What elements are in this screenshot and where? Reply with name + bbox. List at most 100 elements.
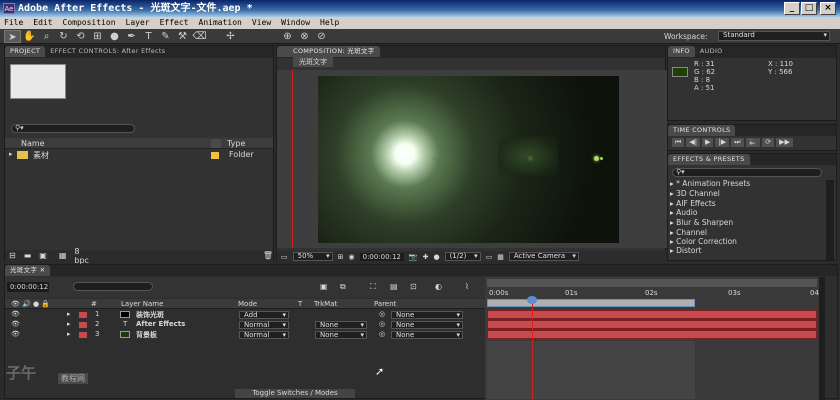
timeline-timecode[interactable]: 0:00:00:12 — [7, 282, 49, 292]
maximize-icon[interactable]: □ — [801, 2, 817, 15]
layer-duration-bar[interactable] — [487, 310, 817, 319]
layer-mode-select[interactable]: Normal — [239, 331, 289, 339]
play-icon[interactable]: ▶ — [702, 138, 714, 147]
expand-layer-icon[interactable]: ▸ — [67, 320, 71, 328]
view-axis-icon[interactable]: ⊘ — [313, 30, 330, 43]
tab-audio[interactable]: AUDIO — [695, 46, 728, 57]
project-item-folder[interactable]: ▸ 素材 Folder — [5, 150, 273, 161]
always-preview-icon[interactable]: ▭ — [281, 253, 288, 261]
timeline-layer-row[interactable]: 👁 ▸ 1 装饰光斑 Add ◎ None — [5, 310, 485, 320]
zoom-tool-icon[interactable]: ⌕ — [38, 30, 55, 43]
layer-name[interactable]: After Effects — [136, 320, 185, 328]
brush-tool-icon[interactable]: ✎ — [157, 30, 174, 43]
composition-render-view[interactable] — [318, 76, 619, 243]
color-channel-icon[interactable]: ● — [433, 253, 439, 261]
prev-frame-icon[interactable]: ◀| — [686, 138, 701, 147]
column-parent[interactable]: Parent — [374, 299, 396, 309]
visibility-eye-icon[interactable]: 👁 — [11, 320, 20, 328]
menu-composition[interactable]: Composition — [63, 17, 116, 29]
tab-effects-presets[interactable]: EFFECTS & PRESETS — [668, 154, 750, 165]
new-folder-icon[interactable]: ▬ — [24, 251, 32, 260]
effects-item[interactable]: ▸ Audio — [670, 208, 697, 218]
layer-trkmat-select[interactable]: None — [315, 331, 367, 339]
parent-pickwhip-icon[interactable]: ◎ — [379, 310, 385, 318]
ram-preview-icon[interactable]: ▶▶ — [776, 138, 793, 147]
tab-project[interactable]: PROJECT — [5, 46, 46, 57]
layer-duration-bar[interactable] — [487, 330, 817, 339]
layer-parent-select[interactable]: None — [391, 311, 463, 319]
layer-mode-select[interactable]: Add — [239, 311, 289, 319]
expand-layer-icon[interactable]: ▸ — [67, 310, 71, 318]
layer-name[interactable]: 背景板 — [136, 330, 157, 340]
show-channel-icon[interactable]: ✚ — [423, 253, 429, 261]
clone-stamp-icon[interactable]: ⚒ — [174, 30, 191, 43]
interpret-footage-icon[interactable]: ⊟ — [9, 251, 16, 260]
label-color-swatch[interactable] — [211, 152, 219, 159]
menu-help[interactable]: Help — [320, 17, 339, 29]
effects-search-input[interactable]: ⚲▾ — [672, 168, 822, 177]
expand-layer-icon[interactable]: ▸ — [67, 330, 71, 338]
new-composition-icon[interactable]: ▣ — [39, 251, 47, 260]
layer-label-color[interactable] — [79, 332, 87, 338]
effects-item[interactable]: ▸ 3D Channel — [670, 189, 720, 199]
column-type[interactable]: Type — [227, 139, 245, 148]
column-mode[interactable]: Mode — [238, 299, 257, 309]
visibility-eye-icon[interactable]: 👁 — [11, 330, 20, 338]
camera-select[interactable]: Active Camera — [508, 252, 579, 261]
layer-label-color[interactable] — [79, 312, 87, 318]
safe-zones-icon[interactable]: ⊞ — [338, 253, 344, 261]
column-name[interactable]: Name — [21, 139, 45, 148]
menu-view[interactable]: View — [252, 17, 271, 29]
layer-trkmat-select[interactable]: None — [315, 321, 367, 329]
graph-editor-icon[interactable]: ⌇ — [465, 282, 469, 291]
layer-name[interactable]: 装饰光斑 — [136, 310, 164, 320]
project-search-input[interactable]: ⚲▾ — [11, 124, 135, 133]
snapshot-icon[interactable]: ◉ — [349, 253, 355, 261]
expand-arrow-icon[interactable]: ▸ — [9, 150, 13, 158]
composition-subtab[interactable]: 光斑文字 — [293, 57, 333, 67]
visibility-eye-icon[interactable]: 👁 — [11, 310, 20, 318]
transparency-grid-icon[interactable]: ▦ — [497, 253, 504, 261]
layer-label-color[interactable] — [79, 322, 87, 328]
av-features-icon[interactable]: 👁 🔊 ● 🔒 — [11, 299, 50, 309]
layer-parent-select[interactable]: None — [391, 321, 463, 329]
layer-duration-bar[interactable] — [487, 320, 817, 329]
audio-icon[interactable]: 🔈 — [745, 138, 761, 147]
layer-parent-select[interactable]: None — [391, 331, 463, 339]
work-area-range[interactable] — [487, 299, 695, 307]
hand-tool-icon[interactable]: ✋ — [21, 30, 38, 43]
region-of-interest-icon[interactable]: ▭ — [486, 253, 493, 261]
puppet-pin-icon[interactable]: ✢ — [222, 30, 239, 43]
toggle-switches-modes-button[interactable]: Toggle Switches / Modes — [235, 389, 355, 398]
comp-mini-flowchart-icon[interactable]: ▣ — [320, 282, 328, 291]
timeline-layer-row[interactable]: 👁 ▸ 2 T After Effects Normal None ◎ None — [5, 320, 485, 330]
selection-tool-icon[interactable]: ➤ — [4, 29, 21, 43]
motion-blur-icon[interactable]: ◐ — [435, 282, 442, 291]
menu-file[interactable]: File — [4, 17, 23, 29]
timeline-layer-row[interactable]: 👁 ▸ 3 背景板 Normal None ◎ None — [5, 330, 485, 340]
world-axis-icon[interactable]: ⊗ — [296, 30, 313, 43]
column-trkmat[interactable]: TrkMat — [314, 299, 337, 309]
live-update-icon[interactable]: ⧉ — [340, 282, 346, 292]
column-t[interactable]: T — [298, 299, 302, 309]
menu-layer[interactable]: Layer — [126, 17, 150, 29]
effects-scrollbar[interactable] — [826, 180, 834, 260]
loop-icon[interactable]: ⟳ — [762, 138, 775, 147]
effects-item[interactable]: ▸ Blur & Sharpen — [670, 218, 733, 228]
effects-item[interactable]: ▸ * Animation Presets — [670, 179, 750, 189]
snapshot-camera-icon[interactable]: 📷 — [409, 253, 418, 261]
delete-icon[interactable]: 🗑 — [263, 251, 273, 260]
tab-time-controls[interactable]: TIME CONTROLS — [668, 125, 736, 136]
tab-composition[interactable]: COMPOSITION: 光斑文字 — [277, 46, 380, 57]
resolution-select[interactable]: (1/2) — [444, 252, 481, 261]
label-column-icon[interactable] — [211, 139, 221, 148]
color-depth-icon[interactable]: ▦ — [59, 251, 67, 260]
bpc-label[interactable]: 8 bpc — [74, 247, 94, 265]
last-frame-icon[interactable]: ⏭ — [731, 138, 744, 147]
layer-mode-select[interactable]: Normal — [239, 321, 289, 329]
workspace-select[interactable]: Standard — [718, 31, 830, 41]
pen-tool-icon[interactable]: ✒ — [123, 30, 140, 43]
timeline-search-input[interactable] — [73, 282, 153, 291]
menu-window[interactable]: Window — [281, 17, 310, 29]
menu-edit[interactable]: Edit — [33, 17, 52, 29]
